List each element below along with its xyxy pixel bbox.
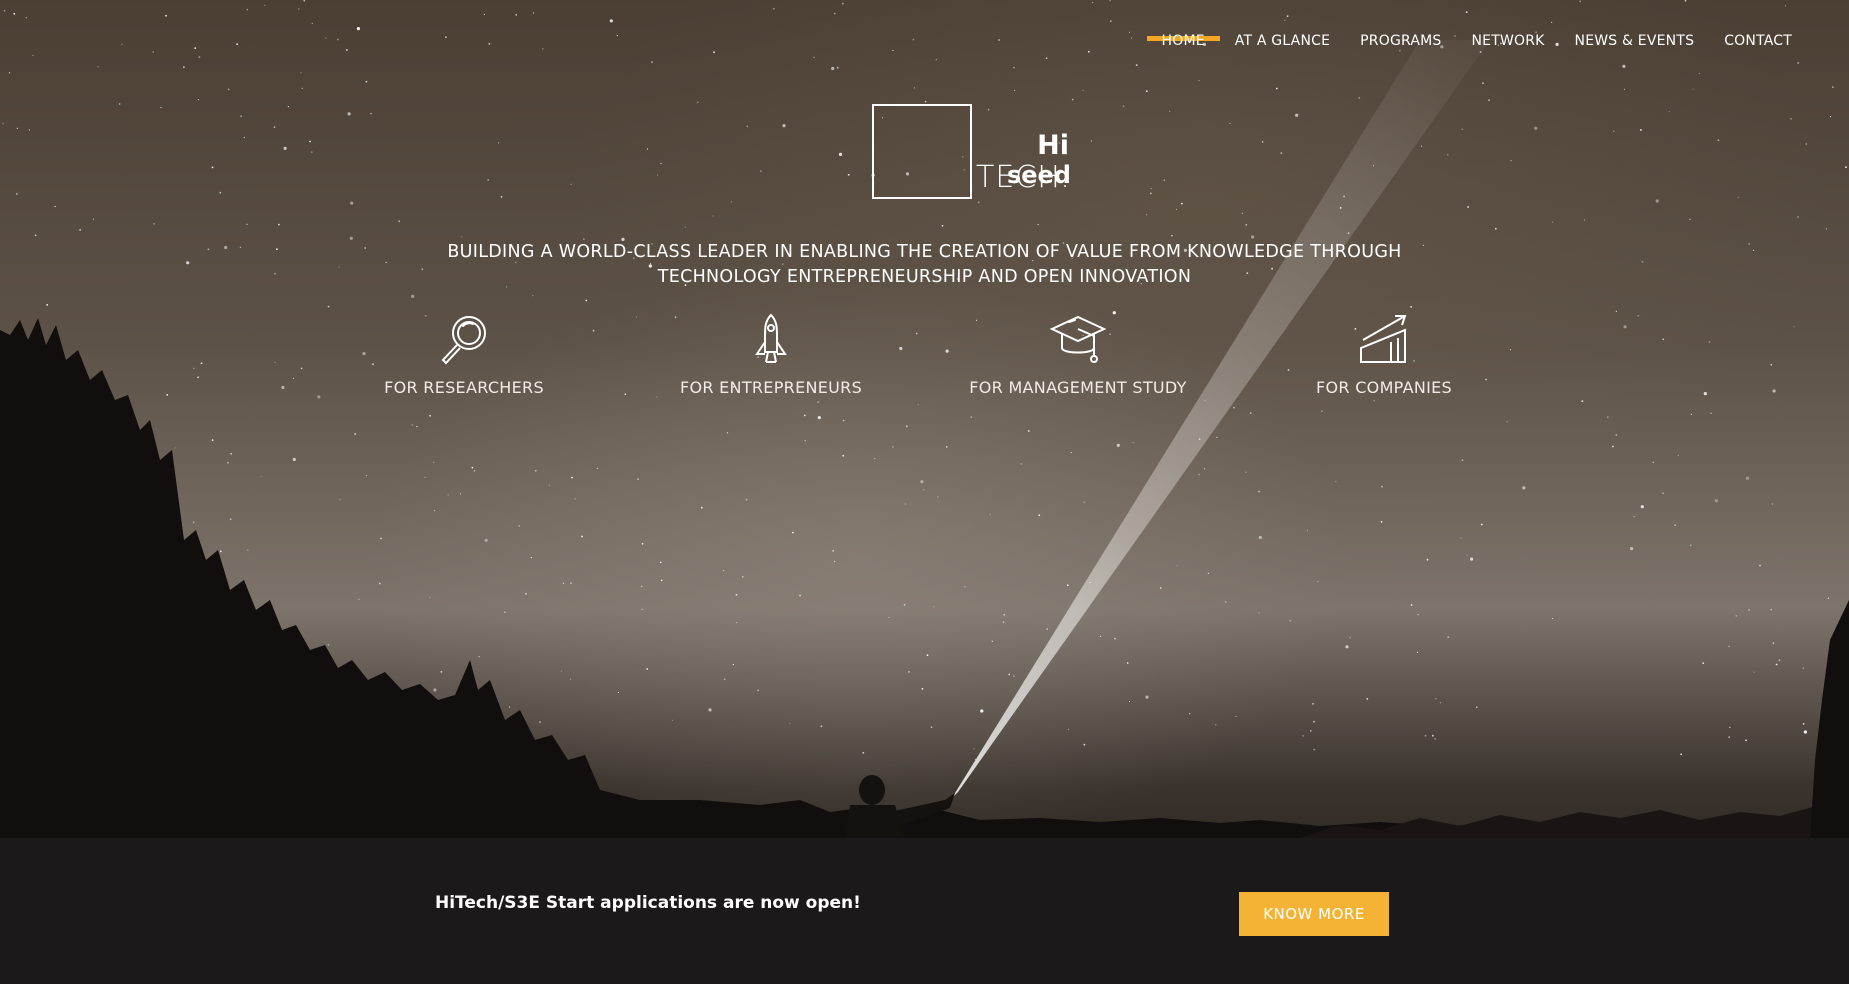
logo-box (872, 104, 972, 199)
nav-item-home[interactable]: HOME (1146, 30, 1221, 52)
hiseed-tech-logo[interactable]: Hi seed TECH. (872, 104, 1077, 200)
tagline-line-1: BUILDING A WORLD-CLASS LEADER IN ENABLIN… (447, 242, 1402, 262)
nav-item-programs[interactable]: PROGRAMS (1345, 30, 1456, 52)
audience-companies[interactable]: FOR COMPANIES (1264, 312, 1504, 397)
graduation-cap-icon (1049, 315, 1107, 363)
audience-companies-label: FOR COMPANIES (1316, 378, 1452, 397)
magnifier-icon (441, 316, 486, 365)
know-more-button[interactable]: KNOW MORE (1239, 892, 1389, 936)
main-navigation: HOME AT A GLANCE PROGRAMS NETWORK NEWS & EVE… (1146, 30, 1808, 52)
rocket-icon (755, 313, 787, 363)
announcement-bar: HiTech/S3E Start applications are now op… (0, 838, 1849, 984)
logo-tech-text: TECH. (976, 160, 1071, 195)
audience-researchers[interactable]: FOR RESEARCHERS (344, 312, 584, 397)
growth-chart-icon (1360, 315, 1407, 363)
nav-item-contact[interactable]: CONTACT (1709, 30, 1807, 52)
nav-item-network[interactable]: NETWORK (1457, 30, 1560, 52)
announcement-text: HiTech/S3E Start applications are now op… (435, 893, 861, 913)
logo-hi-text: Hi (1037, 130, 1069, 161)
audience-management-study-label: FOR MANAGEMENT STUDY (969, 378, 1187, 397)
audience-entrepreneurs[interactable]: FOR ENTREPRENEURS (651, 312, 891, 397)
audience-researchers-label: FOR RESEARCHERS (384, 378, 544, 397)
nav-item-news-events[interactable]: NEWS & EVENTS (1560, 30, 1710, 52)
hero-background: HOME AT A GLANCE PROGRAMS NETWORK NEWS & EVE… (0, 0, 1849, 984)
tagline-line-2: TECHNOLOGY ENTREPRENEURSHIP AND OPEN INN… (657, 267, 1192, 287)
tagline: BUILDING A WORLD-CLASS LEADER IN ENABLIN… (360, 240, 1489, 290)
nav-item-at-a-glance[interactable]: AT A GLANCE (1220, 30, 1345, 52)
audience-management-study[interactable]: FOR MANAGEMENT STUDY (958, 312, 1198, 397)
audience-entrepreneurs-label: FOR ENTREPRENEURS (679, 378, 863, 397)
